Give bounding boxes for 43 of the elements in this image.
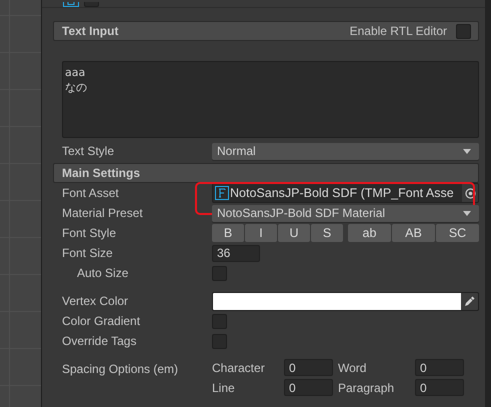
font-style-button[interactable]: AB	[392, 224, 435, 242]
number-field[interactable]: 0	[415, 379, 464, 396]
field-label: Override Tags	[61, 334, 138, 348]
field-label: Paragraph	[338, 380, 396, 394]
dropdown[interactable]: NotoSansJP-Bold SDF Material	[212, 204, 479, 222]
number-field[interactable]: 36	[212, 244, 260, 262]
field-label: Enable RTL Editor	[350, 24, 447, 38]
field-label: Font Size	[61, 246, 114, 260]
checkbox[interactable]	[212, 334, 227, 348]
section-title: Text Input	[62, 24, 118, 38]
field-label: Material Preset	[61, 206, 144, 220]
dropdown-arrow-icon	[463, 148, 471, 154]
checkbox[interactable]	[212, 314, 227, 328]
font-style-button[interactable]: I	[245, 224, 277, 242]
object-picker-icon[interactable]	[464, 188, 476, 198]
checkbox[interactable]	[456, 24, 471, 38]
field-label: Character	[212, 360, 266, 374]
font-style-button[interactable]: U	[278, 224, 310, 242]
number-field[interactable]: 0	[284, 359, 333, 376]
field-label: Word	[338, 360, 368, 374]
field-label: Font Style	[61, 226, 118, 240]
field-label: Font Asset	[61, 186, 120, 200]
field-label: Color Gradient	[61, 314, 142, 328]
font-style-button[interactable]: SC	[436, 224, 479, 242]
font-style-button[interactable]: ab	[348, 224, 391, 242]
dropdown-arrow-icon	[463, 210, 471, 216]
dropdown[interactable]: Normal	[212, 142, 479, 160]
field-label: Auto Size	[76, 266, 130, 280]
field-label: Text Style	[61, 144, 116, 158]
font-style-button[interactable]: B	[212, 224, 244, 242]
section-title: Main Settings	[62, 166, 140, 180]
text-component-icon	[63, 2, 79, 7]
enable-checkbox[interactable]	[84, 2, 99, 7]
number-field[interactable]: 0	[415, 359, 464, 376]
number-field[interactable]: 0	[284, 379, 333, 396]
object-field[interactable]: NotoSansJP-Bold SDF (TMP_Font Asse	[212, 183, 479, 203]
field-label: Line	[212, 380, 236, 394]
font-style-button[interactable]: S	[311, 224, 343, 242]
text-area[interactable]: aaa なの	[62, 61, 479, 138]
checkbox[interactable]	[212, 266, 227, 280]
field-label: Vertex Color	[61, 294, 130, 308]
font-asset-icon	[215, 186, 229, 200]
field-label: Spacing Options (em)	[61, 362, 180, 376]
